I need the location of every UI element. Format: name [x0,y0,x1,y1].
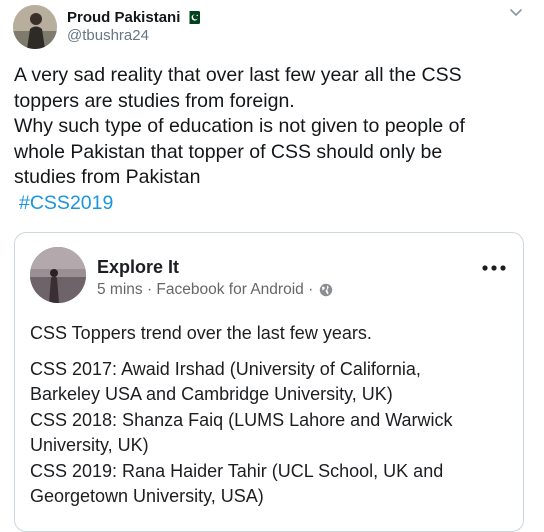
pakistan-flag-icon [186,10,201,24]
post-body: CSS Toppers trend over the last few year… [30,321,514,510]
tweet-text-line: whole Pakistan that topper of CSS should… [14,140,443,163]
post-meta: 5 mins · Facebook for Android · [97,281,333,299]
tweet-text-line: studies from Pakistan [14,166,201,188]
page-name[interactable]: Explore It [97,257,179,278]
embedded-post-card[interactable]: Explore It 5 mins · Facebook for Android… [14,232,524,532]
author-handle[interactable]: @tbushra24 [67,27,149,44]
tweet-text-line: A very sad reality that over last few ye… [14,64,462,86]
globe-icon [320,283,333,297]
post-line: Georgetown University, USA) [30,486,264,506]
chevron-down-icon[interactable] [509,8,523,18]
tweet-text: A very sad reality that over last few ye… [14,63,532,216]
post-line: CSS 2017: Awaid Irshad (University of Ca… [30,358,421,379]
author-name-row: Proud Pakistani [67,8,201,26]
tweet: Proud Pakistani @tbushra24 A very sad re… [0,0,544,532]
hashtag-link[interactable]: #CSS2019 [14,191,532,217]
author-avatar[interactable] [13,5,57,49]
post-line: CSS 2018: Shanza Faiq (LUMS Lahore and W… [30,409,453,430]
author-display-name[interactable]: Proud Pakistani [67,9,180,26]
tweet-text-line: Why such type of education is not given … [14,115,465,137]
post-meta-text: 5 mins · Facebook for Android · [97,281,314,298]
more-options-icon[interactable] [481,263,507,273]
post-line: University, UK) [30,435,149,455]
tweet-text-line: toppers are studies from foreign. [14,89,295,112]
post-intro: CSS Toppers trend over the last few year… [30,323,372,343]
post-line: Barkeley USA and Cambridge University, U… [30,384,393,404]
post-line: CSS 2019: Rana Haider Tahir (UCL School,… [30,460,444,481]
page-avatar[interactable] [30,247,86,303]
